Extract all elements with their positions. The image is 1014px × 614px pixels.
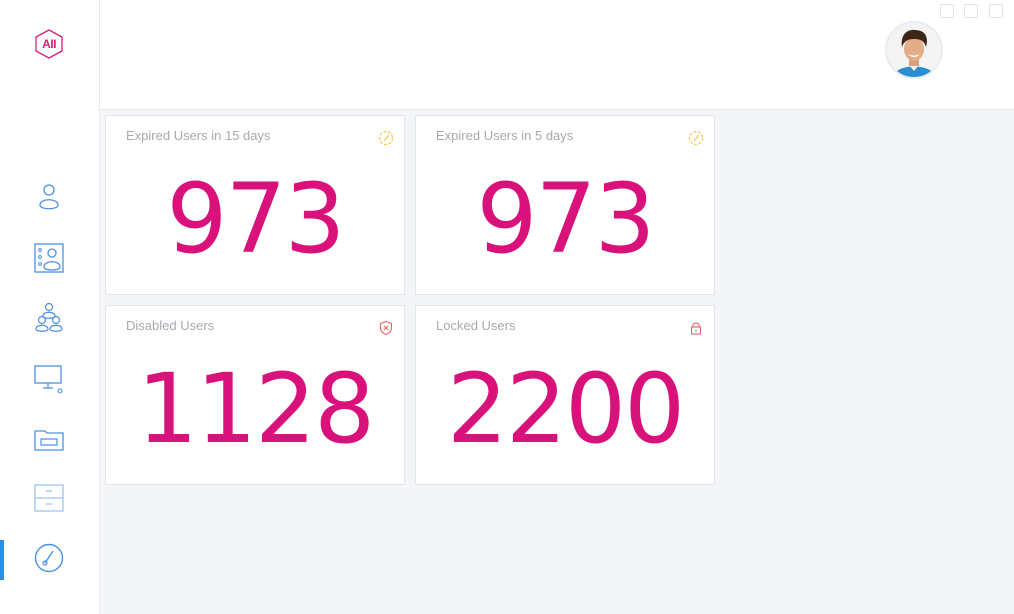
sidebar-item-users[interactable] [32, 181, 66, 215]
avatar-portrait-icon [887, 23, 941, 77]
sidebar-item-dashboard[interactable] [32, 541, 66, 575]
archive-icon [34, 484, 64, 512]
minimize-window-button[interactable] [964, 4, 978, 18]
gauge-icon [378, 130, 394, 146]
sidebar-item-archive[interactable] [32, 481, 66, 515]
card-title: Locked Users [436, 318, 516, 333]
active-nav-indicator [0, 540, 4, 580]
card-value: 2200 [446, 353, 685, 465]
app-logo[interactable]: AII [33, 28, 65, 60]
card-value: 1128 [136, 353, 375, 465]
restore-window-button[interactable] [940, 4, 954, 18]
card-disabled-users[interactable]: Disabled Users 1128 [105, 305, 405, 485]
top-bar [100, 0, 1014, 110]
sidebar-item-user-card[interactable] [32, 241, 66, 275]
card-title: Expired Users in 15 days [126, 128, 271, 143]
lock-icon [690, 322, 702, 335]
card-value: 973 [476, 163, 655, 275]
drive-icon [34, 430, 64, 451]
sidebar: AII [0, 0, 100, 614]
card-title: Disabled Users [126, 318, 215, 333]
close-window-button[interactable] [989, 4, 1003, 18]
computer-icon [34, 365, 63, 394]
logo-text: AII [42, 37, 56, 51]
group-icon [35, 302, 63, 332]
user-card-icon [34, 243, 64, 273]
dashboard-gauge-icon [34, 543, 64, 573]
shield-x-icon [379, 320, 393, 336]
sidebar-item-groups[interactable] [32, 300, 66, 334]
sidebar-item-drives[interactable] [32, 422, 66, 456]
card-expired-5-days[interactable]: Expired Users in 5 days 973 [415, 115, 715, 295]
card-locked-users[interactable]: Locked Users 2200 [415, 305, 715, 485]
gauge-icon [688, 130, 704, 146]
dashboard-main: Expired Users in 15 days 973 Expired Use… [100, 110, 1014, 614]
user-avatar[interactable] [885, 21, 943, 79]
card-expired-15-days[interactable]: Expired Users in 15 days 973 [105, 115, 405, 295]
user-icon [39, 184, 59, 210]
card-value: 973 [166, 163, 345, 275]
card-title: Expired Users in 5 days [436, 128, 574, 143]
sidebar-item-computers[interactable] [32, 361, 66, 395]
